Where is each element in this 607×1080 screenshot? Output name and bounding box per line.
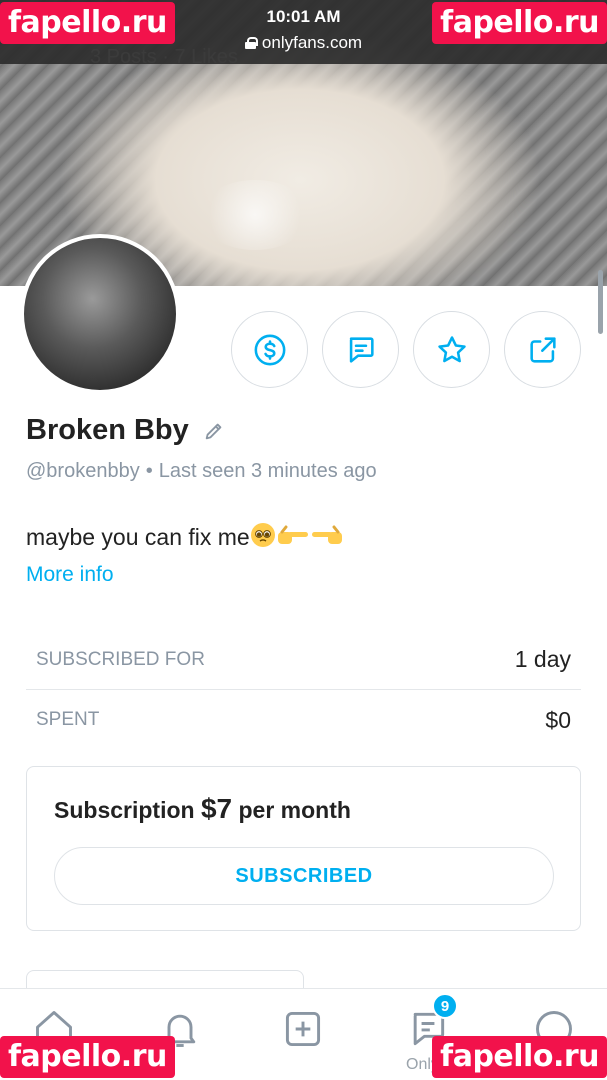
message-button[interactable] — [322, 311, 399, 388]
watermark-bottom-right: fapello.ru — [432, 1036, 607, 1078]
profile-handle: @brokenbby — [26, 460, 140, 482]
profile-page: 3 Posts · 7 Likes ıl ≈ 10:01 AM onlyfans… — [0, 0, 607, 1080]
profile-name: Broken Bby — [26, 414, 189, 446]
spent-label: SPENT — [36, 709, 100, 730]
avatar[interactable] — [20, 234, 180, 394]
share-button[interactable] — [504, 311, 581, 388]
subscribed-button[interactable]: SUBSCRIBED — [54, 847, 554, 905]
separator: • — [145, 460, 153, 482]
messages-badge: 9 — [432, 993, 458, 1019]
nav-add-post[interactable] — [273, 1007, 333, 1067]
spent-row: SPENT $0 — [26, 690, 581, 750]
subscription-prefix: Subscription — [54, 797, 201, 823]
pencil-icon[interactable] — [203, 420, 225, 442]
url-text: onlyfans.com — [261, 33, 363, 52]
watermark-top-left: fapello.ru — [0, 2, 175, 44]
share-icon — [529, 336, 556, 363]
subscribed-for-row: SUBSCRIBED FOR 1 day — [26, 630, 581, 690]
star-icon — [437, 335, 466, 362]
bio: maybe you can fix me — [26, 522, 344, 551]
watermark-top-right: fapello.ru — [432, 2, 607, 44]
pleading-face-icon — [250, 523, 275, 547]
bio-text: maybe you can fix me — [26, 524, 250, 550]
subscription-title: Subscription $7 per month — [54, 793, 351, 825]
lock-icon — [244, 37, 258, 49]
favorite-button[interactable] — [413, 311, 490, 388]
scrollbar[interactable] — [598, 270, 603, 334]
profile-name-row: Broken Bby — [26, 414, 225, 447]
subscribed-for-value: 1 day — [514, 646, 571, 672]
subscription-price: $7 — [200, 793, 233, 824]
pointing-right-icon — [277, 525, 308, 544]
pointing-left-icon — [311, 525, 342, 544]
handle-row: @brokenbby • Last seen 3 minutes ago — [26, 460, 377, 483]
subscription-card: Subscription $7 per month SUBSCRIBED — [26, 766, 581, 931]
message-icon — [349, 336, 374, 363]
dollar-icon — [254, 334, 285, 365]
tip-button[interactable] — [231, 311, 308, 388]
spent-value: $0 — [545, 706, 571, 733]
subscription-suffix: per month — [232, 797, 351, 823]
last-seen: Last seen 3 minutes ago — [158, 460, 377, 482]
watermark-bottom-left: fapello.ru — [0, 1036, 175, 1078]
subscribed-for-label: SUBSCRIBED FOR — [36, 648, 205, 670]
add-icon — [285, 1011, 321, 1047]
profile-actions — [231, 311, 581, 388]
more-info-link[interactable]: More info — [26, 563, 114, 587]
